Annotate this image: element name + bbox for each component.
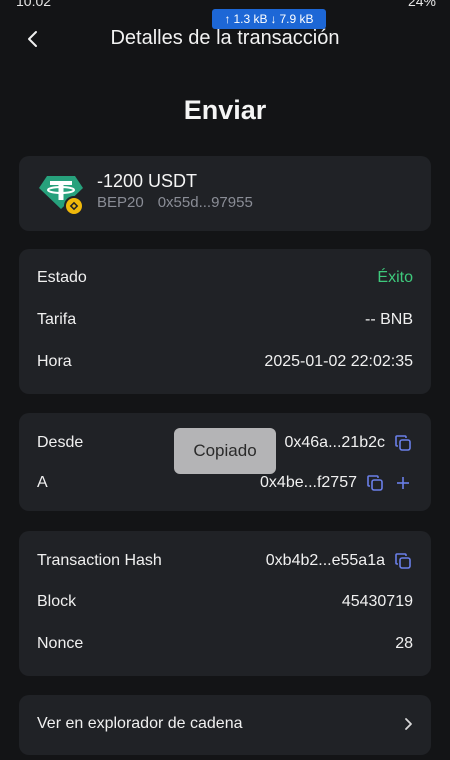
- hash-row: Transaction Hash 0xb4b2...e55a1a: [37, 551, 413, 571]
- copy-hash-button[interactable]: [393, 551, 413, 571]
- time-label: Hora: [37, 353, 72, 370]
- fee-row: Tarifa -- BNB: [37, 311, 413, 329]
- hash-value: 0xb4b2...e55a1a: [265, 552, 385, 569]
- chevron-right-icon: [405, 718, 412, 730]
- to-label: A: [37, 474, 48, 491]
- from-address: 0x46a...21b2c: [284, 434, 385, 451]
- chain-info-card: Transaction Hash 0xb4b2...e55a1a Block 4…: [19, 531, 431, 676]
- status-row: Estado Éxito: [37, 269, 413, 287]
- copy-icon: [367, 475, 383, 491]
- tether-icon: [39, 176, 84, 216]
- nonce-row: Nonce 28: [37, 635, 413, 653]
- net-speed-indicator: ↑ 1.3 kB ↓ 7.9 kB: [212, 9, 326, 29]
- block-label: Block: [37, 593, 77, 610]
- copied-toast: Copiado: [174, 428, 276, 474]
- explorer-link[interactable]: Ver en explorador de cadena: [19, 695, 431, 755]
- nonce-value: 28: [395, 635, 413, 652]
- token-meta: BEP20 0x55d...97955: [97, 194, 253, 211]
- download-arrow-icon: ↓: [270, 12, 277, 26]
- add-contact-button[interactable]: [393, 473, 413, 493]
- plus-icon: [397, 477, 409, 489]
- time-row: Hora 2025-01-02 22:02:35: [37, 353, 413, 371]
- page-title: Enviar: [183, 95, 267, 125]
- copy-icon: [395, 435, 411, 451]
- token-network: BEP20: [97, 194, 144, 211]
- block-row: Block 45430719: [37, 593, 413, 611]
- to-row: A 0x4be...f2757: [37, 473, 413, 493]
- hash-label: Transaction Hash: [37, 552, 162, 569]
- status-label: Estado: [37, 269, 87, 286]
- status-value: Éxito: [377, 269, 413, 286]
- upload-arrow-icon: ↑: [224, 12, 231, 26]
- time-value: 2025-01-02 22:02:35: [264, 353, 413, 370]
- download-speed: 7.9 kB: [279, 12, 314, 26]
- token-contract-address: 0x55d...97955: [157, 194, 253, 211]
- fee-value: -- BNB: [365, 311, 413, 328]
- block-value: 45430719: [341, 593, 413, 610]
- to-address: 0x4be...f2757: [260, 474, 357, 491]
- upload-speed: 1.3 kB: [233, 12, 268, 26]
- header-title: Detalles de la transacción: [110, 27, 340, 49]
- copy-from-button[interactable]: [393, 433, 413, 453]
- status-time: 10:02: [16, 0, 52, 9]
- token-icon: [37, 173, 89, 217]
- battery-percent: 24%: [407, 0, 436, 9]
- copy-to-button[interactable]: [365, 473, 385, 493]
- fee-label: Tarifa: [37, 311, 77, 328]
- token-card: -1200 USDT BEP20 0x55d...97955: [19, 156, 431, 231]
- nonce-label: Nonce: [37, 635, 84, 652]
- from-label: Desde: [37, 434, 84, 451]
- copy-icon: [395, 553, 411, 569]
- amount: -1200 USDT: [97, 171, 198, 191]
- details-card: Estado Éxito Tarifa -- BNB Hora 2025-01-…: [19, 249, 431, 394]
- explorer-label: Ver en explorador de cadena: [37, 715, 243, 732]
